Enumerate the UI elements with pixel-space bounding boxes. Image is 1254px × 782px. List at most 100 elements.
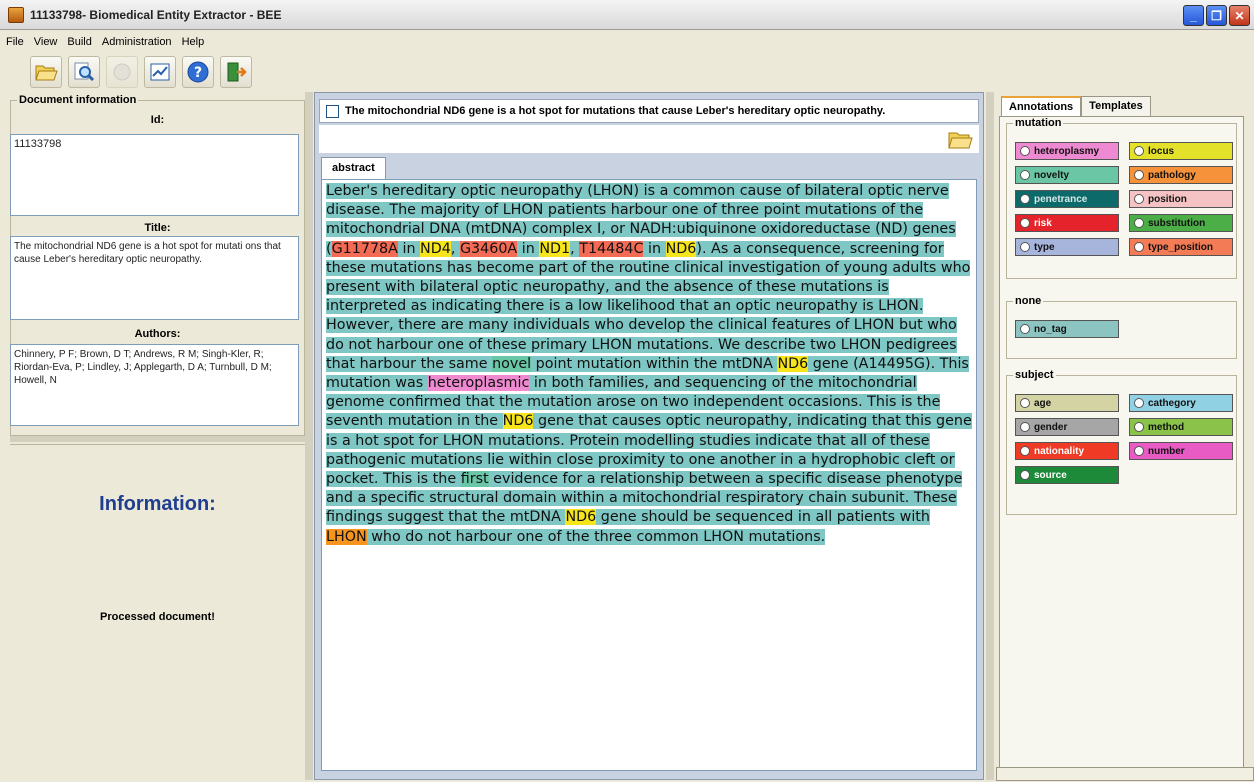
exit-button[interactable]: [220, 56, 252, 88]
window-title: 11133798- Biomedical Entity Extractor - …: [30, 7, 282, 22]
document-tabs: abstract: [321, 157, 386, 179]
minimize-button[interactable]: _: [1183, 5, 1204, 26]
tag-button-age[interactable]: age: [1015, 394, 1119, 412]
abstract-segment: point mutation within the mtDNA: [531, 355, 778, 372]
radio-icon: [1020, 470, 1030, 480]
horizontal-splitter[interactable]: [10, 436, 305, 442]
tag-button-method[interactable]: method: [1129, 418, 1233, 436]
tag-button-type[interactable]: type: [1015, 238, 1119, 256]
statistics-button[interactable]: [144, 56, 176, 88]
tag-group-label: mutation: [1013, 117, 1064, 129]
authors-field[interactable]: Chinnery, P F; Brown, D T; Andrews, R M;…: [10, 344, 299, 426]
tag-label: age: [1034, 397, 1052, 409]
annotation-highlight[interactable]: ND1: [539, 240, 571, 257]
annotation-highlight[interactable]: ND6: [665, 240, 697, 257]
status-message: Processed document!: [100, 611, 215, 623]
tag-label: position: [1148, 193, 1187, 205]
annotation-highlight[interactable]: ND6: [565, 509, 597, 526]
annotation-highlight[interactable]: novel: [492, 355, 532, 372]
restore-button[interactable]: ❐: [1206, 5, 1227, 26]
tag-button-substitution[interactable]: substitution: [1129, 214, 1233, 232]
tag-label: substitution: [1148, 217, 1206, 229]
annotation-highlight[interactable]: G3460A: [459, 240, 518, 257]
radio-icon: [1134, 242, 1144, 252]
abstract-text-area[interactable]: Leber's hereditary optic neuropathy (LHO…: [321, 179, 977, 771]
tag-button-heteroplasmy[interactable]: heteroplasmy: [1015, 142, 1119, 160]
menu-view[interactable]: View: [34, 36, 58, 48]
tag-button-gender[interactable]: gender: [1015, 418, 1119, 436]
title-label: Title:: [144, 222, 171, 234]
tag-group-none: none no_tag: [1006, 295, 1237, 359]
tag-button-type-position[interactable]: type_position: [1129, 238, 1233, 256]
tag-button-risk[interactable]: risk: [1015, 214, 1119, 232]
id-label: Id:: [150, 114, 165, 126]
radio-icon: [1020, 170, 1030, 180]
tag-button-locus[interactable]: locus: [1129, 142, 1233, 160]
abstract-segment: ). As a consequence, screening for these…: [326, 240, 971, 372]
menu-build[interactable]: Build: [67, 36, 91, 48]
annotation-highlight[interactable]: heteroplasmic: [427, 375, 530, 392]
title-bar: 11133798- Biomedical Entity Extractor - …: [0, 0, 1254, 30]
tab-templates[interactable]: Templates: [1081, 96, 1151, 116]
annotation-highlight[interactable]: T14484C: [579, 240, 644, 257]
tab-abstract[interactable]: abstract: [321, 157, 386, 179]
tag-button-number[interactable]: number: [1129, 442, 1233, 460]
tag-label: gender: [1034, 421, 1068, 433]
abstract-segment: in: [397, 240, 421, 257]
annotation-highlight[interactable]: first: [460, 471, 489, 488]
annotation-highlight[interactable]: ND6: [502, 413, 534, 430]
abstract-segment: gene should be sequenced in all patients…: [596, 509, 930, 526]
disabled-icon: [113, 63, 131, 81]
radio-icon: [1134, 446, 1144, 456]
document-checkbox[interactable]: [326, 104, 339, 118]
annotation-highlight[interactable]: ND6: [777, 355, 809, 372]
authors-label: Authors:: [134, 328, 181, 340]
tag-button-pathology[interactable]: pathology: [1129, 166, 1233, 184]
tag-button-novelty[interactable]: novelty: [1015, 166, 1119, 184]
tag-button-no-tag[interactable]: no_tag: [1015, 320, 1119, 338]
tag-button-nationality[interactable]: nationality: [1015, 442, 1119, 460]
help-button[interactable]: ?: [182, 56, 214, 88]
right-splitter[interactable]: [986, 92, 994, 780]
horizontal-scrollbar[interactable]: [996, 767, 1254, 781]
open-button[interactable]: [30, 56, 62, 88]
app-icon: [8, 6, 24, 23]
menu-administration[interactable]: Administration: [102, 36, 172, 48]
tag-button-penetrance[interactable]: penetrance: [1015, 190, 1119, 208]
annotation-highlight[interactable]: ND4: [420, 240, 451, 257]
information-panel: Information: Processed document!: [10, 444, 305, 780]
menu-file[interactable]: File: [6, 36, 24, 48]
radio-icon: [1134, 218, 1144, 228]
tab-annotations[interactable]: Annotations: [1001, 96, 1082, 116]
tag-label: type_position: [1148, 241, 1214, 253]
left-splitter[interactable]: [305, 92, 313, 780]
open-folder-icon: [35, 65, 58, 81]
tag-button-cathegory[interactable]: cathegory: [1129, 394, 1233, 412]
document-title: The mitochondrial ND6 gene is a hot spot…: [345, 105, 886, 117]
annotation-tabs: Annotations Templates: [1001, 96, 1151, 116]
menu-help[interactable]: Help: [182, 36, 205, 48]
tag-label: penetrance: [1034, 193, 1088, 205]
title-field[interactable]: The mitochondrial ND6 gene is a hot spot…: [10, 236, 299, 320]
annotations-panel: Annotations Templates mutation heteroplas…: [995, 92, 1254, 782]
abstract-text[interactable]: Leber's hereditary optic neuropathy (LHO…: [326, 182, 972, 547]
tag-button-position[interactable]: position: [1129, 190, 1233, 208]
tag-group-subject: subject age cathegory gender method nationali…: [1006, 369, 1237, 515]
radio-icon: [1020, 422, 1030, 432]
radio-icon: [1020, 242, 1030, 252]
window-controls: _ ❐ ✕: [1183, 5, 1250, 26]
annotation-highlight[interactable]: LHON: [326, 528, 367, 545]
tag-button-source[interactable]: source: [1015, 466, 1119, 484]
tag-group-label: subject: [1013, 369, 1056, 381]
document-header: The mitochondrial ND6 gene is a hot spot…: [319, 99, 979, 123]
search-icon: [74, 62, 95, 82]
close-button[interactable]: ✕: [1229, 5, 1250, 26]
radio-icon: [1134, 146, 1144, 156]
abstract-segment: in: [517, 240, 540, 257]
search-button[interactable]: [68, 56, 100, 88]
open-annotation-button[interactable]: [947, 127, 973, 151]
disabled-button[interactable]: [106, 56, 138, 88]
tag-label: novelty: [1034, 169, 1070, 181]
annotation-highlight[interactable]: G11778A: [331, 240, 398, 257]
id-field[interactable]: 11133798: [10, 134, 299, 216]
